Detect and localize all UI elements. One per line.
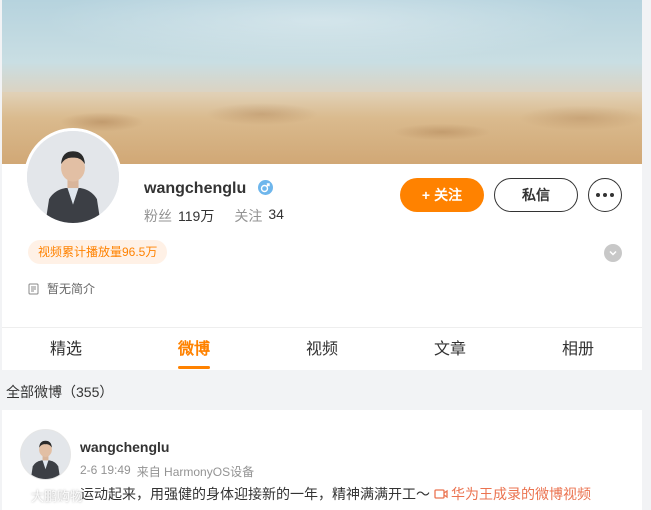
chevron-down-icon[interactable]	[604, 244, 622, 262]
video-plays-badge: 视频累计播放量96.5万	[28, 240, 168, 264]
profile-username: wangchenglu	[144, 180, 247, 197]
fans-label: 粉丝	[144, 208, 172, 224]
post-username[interactable]: wangchenglu	[80, 439, 169, 455]
post-date[interactable]: 2-6 19:49	[80, 463, 131, 480]
post-video-link[interactable]: 华为王成录的微博视频	[434, 484, 591, 504]
post-meta: 2-6 19:49 来自 HarmonyOS设备	[80, 463, 254, 480]
watermark-text: 大鹏购物	[31, 489, 84, 504]
tab-weibo[interactable]: 微博	[130, 328, 258, 370]
profile-avatar[interactable]	[24, 128, 122, 226]
more-dots-icon[interactable]	[588, 178, 622, 212]
tab-video[interactable]: 视频	[258, 328, 386, 370]
tab-articles[interactable]: 文章	[386, 328, 514, 370]
watermark-logo-icon	[8, 487, 28, 504]
post-source: 来自 HarmonyOS设备	[136, 465, 255, 479]
fans-count[interactable]: 119万	[178, 206, 214, 226]
profile-stats: 粉丝 119万 关注 34	[144, 206, 298, 226]
post-text: 运动起来，用强健的身体迎接新的一年，精神满满开工～	[80, 486, 430, 502]
document-icon	[28, 283, 39, 294]
tab-featured[interactable]: 精选	[2, 328, 130, 370]
profile-tabs: 精选 微博 视频 文章 相册	[2, 327, 642, 370]
video-camera-icon	[434, 489, 448, 499]
post-video-link-label: 华为王成录的微博视频	[451, 486, 591, 502]
watermark: 大鹏购物	[8, 486, 83, 505]
message-button-label: 私信	[522, 187, 550, 203]
weibo-count: 全部微博（355）	[6, 384, 114, 400]
follow-label: 关注	[234, 208, 263, 224]
plus-icon: +	[421, 187, 431, 203]
follow-button-label: 关注	[434, 187, 463, 203]
follow-button[interactable]: + 关注	[400, 178, 484, 212]
profile-intro: 暂无简介	[28, 280, 95, 297]
message-button[interactable]: 私信	[494, 178, 578, 212]
intro-text: 暂无简介	[47, 282, 96, 296]
follow-count[interactable]: 34	[268, 206, 284, 226]
gender-male-icon	[258, 180, 273, 195]
tab-album[interactable]: 相册	[514, 328, 642, 370]
post-avatar[interactable]	[20, 429, 71, 480]
